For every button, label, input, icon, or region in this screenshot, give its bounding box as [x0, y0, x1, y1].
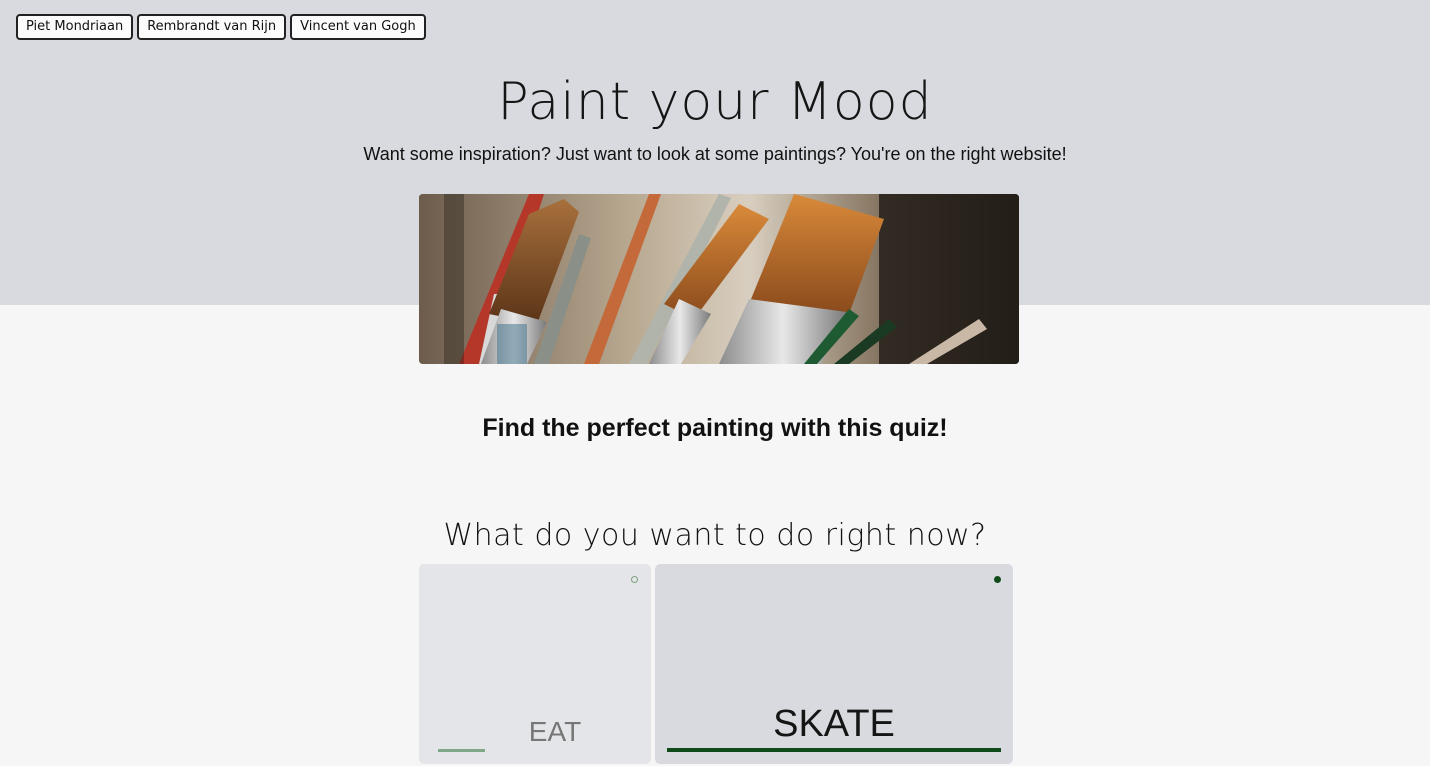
nav-button-rembrandt-van-rijn[interactable]: Rembrandt van Rijn — [137, 14, 287, 40]
radio-indicator-selected[interactable] — [994, 576, 1001, 583]
nav-button-piet-mondriaan[interactable]: Piet Mondriaan — [16, 14, 134, 40]
hero-image-paint-brushes — [419, 194, 1019, 364]
answer-option-eat[interactable]: EAT — [419, 564, 651, 764]
page: Piet Mondriaan Rembrandt van Rijn Vincen… — [0, 0, 1430, 766]
answer-option-skate[interactable]: SKATE — [655, 564, 1013, 764]
quiz-intro: Find the perfect painting with this quiz… — [482, 414, 948, 442]
nav-button-vincent-van-gogh[interactable]: Vincent van Gogh — [290, 14, 426, 40]
answer-option-label: SKATE — [773, 703, 895, 745]
paint-brushes-illustration — [419, 194, 1019, 364]
page-subtitle: Want some inspiration? Just want to look… — [363, 144, 1067, 164]
answer-option-underline — [438, 749, 485, 752]
quiz-question: What do you want to do right now? — [443, 518, 987, 553]
page-title: Paint your Mood — [497, 72, 933, 132]
answer-option-underline — [667, 748, 1001, 752]
radio-indicator-unselected[interactable] — [631, 576, 638, 583]
artist-nav: Piet Mondriaan Rembrandt van Rijn Vincen… — [16, 14, 426, 40]
answer-option-label: EAT — [528, 716, 582, 747]
